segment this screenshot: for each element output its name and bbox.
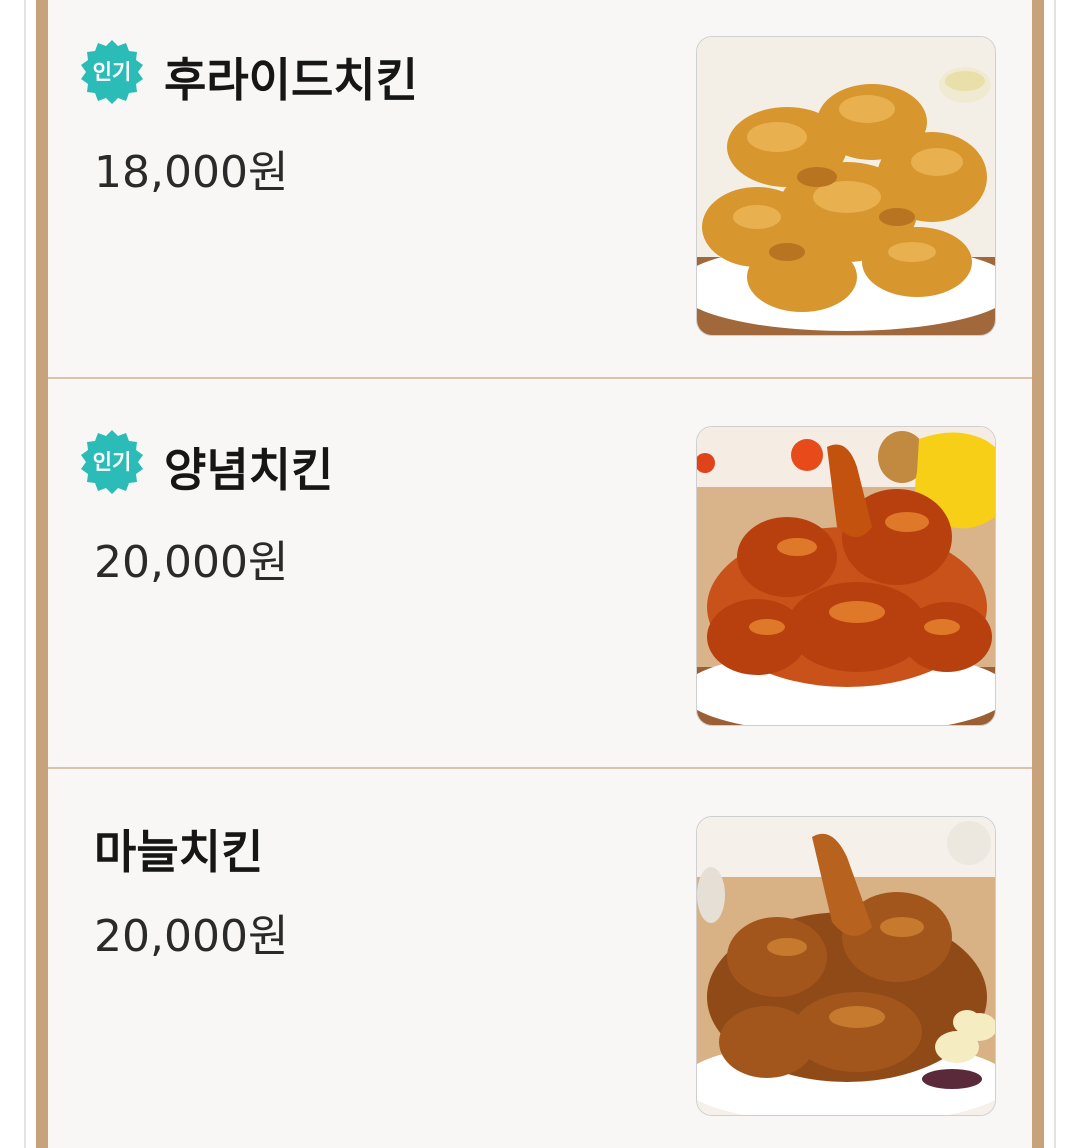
item-divider <box>48 767 1032 769</box>
menu-page: 인기 후라이드치킨 18,000원 인기 양념치킨 20,000원 마늘치킨 2… <box>0 0 1080 1148</box>
item-price: 20,000원 <box>94 537 289 588</box>
item-name: 후라이드치킨 <box>164 53 418 107</box>
yangnyeom-chicken-image-icon <box>697 427 995 725</box>
garlic-chicken-photo[interactable] <box>696 816 996 1116</box>
popular-badge: 인기 <box>78 38 146 106</box>
menu-panel-frame: 인기 후라이드치킨 18,000원 인기 양념치킨 20,000원 마늘치킨 2… <box>36 0 1044 1148</box>
garlic-chicken-image-icon <box>697 817 995 1115</box>
item-price: 18,000원 <box>94 147 289 198</box>
fried-chicken-photo[interactable] <box>696 36 996 336</box>
badge-label: 인기 <box>92 450 132 474</box>
page-edge-line-left <box>24 0 26 1148</box>
popular-badge: 인기 <box>78 428 146 496</box>
yangnyeom-chicken-photo[interactable] <box>696 426 996 726</box>
page-edge-line-right <box>1054 0 1056 1148</box>
item-price: 20,000원 <box>94 911 289 962</box>
fried-chicken-image-icon <box>697 37 995 335</box>
item-divider <box>48 377 1032 379</box>
menu-item-garlic-chicken[interactable]: 마늘치킨 20,000원 <box>48 770 1032 1148</box>
item-name: 마늘치킨 <box>94 825 264 879</box>
menu-list: 인기 후라이드치킨 18,000원 인기 양념치킨 20,000원 마늘치킨 2… <box>48 0 1032 1148</box>
item-name: 양념치킨 <box>164 443 334 497</box>
menu-item-yangnyeom-chicken[interactable]: 인기 양념치킨 20,000원 <box>48 380 1032 758</box>
badge-label: 인기 <box>92 60 132 84</box>
menu-item-fried-chicken[interactable]: 인기 후라이드치킨 18,000원 <box>48 0 1032 378</box>
